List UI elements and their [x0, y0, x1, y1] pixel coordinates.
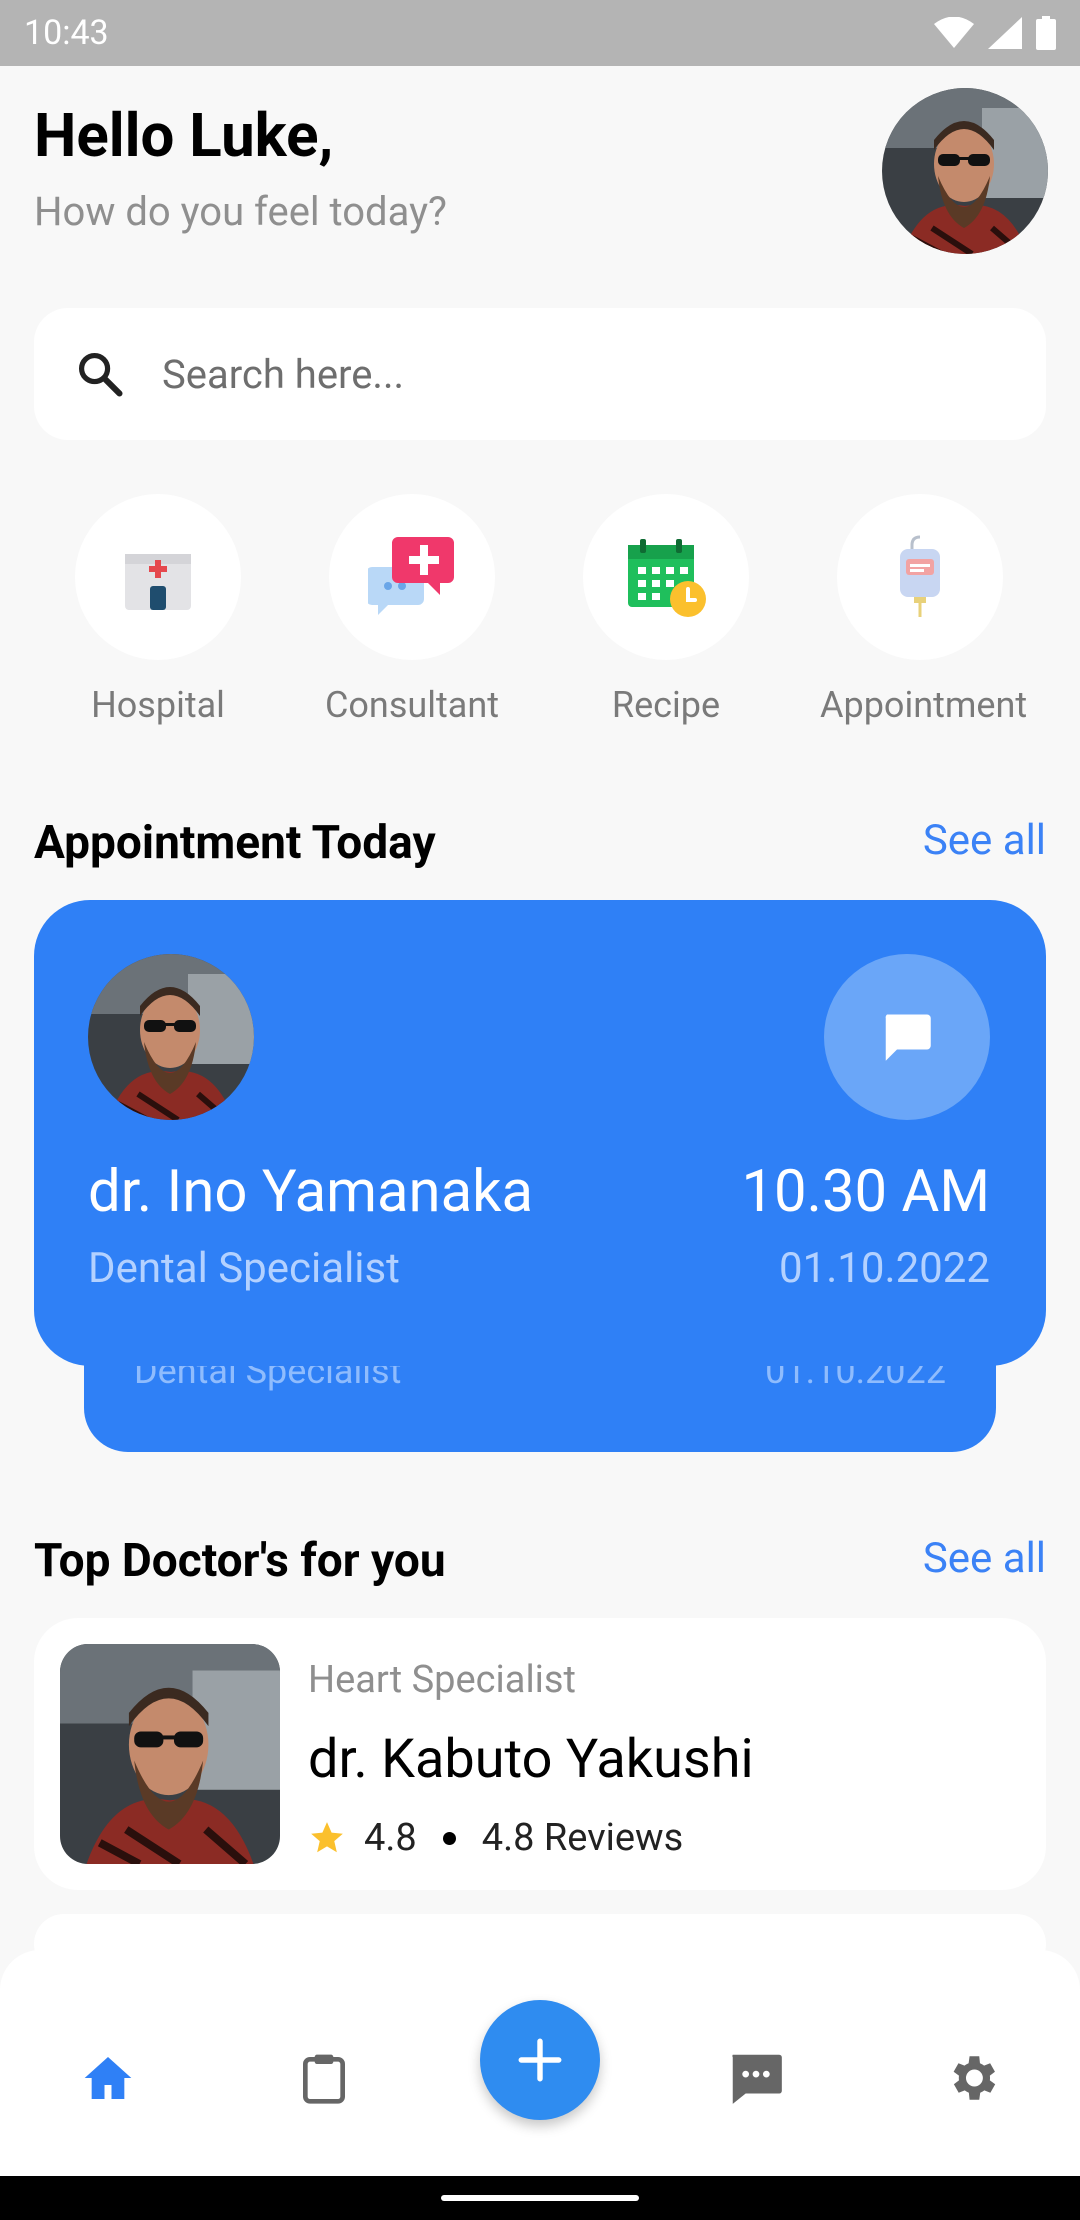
doctor-specialty: Heart Specialist — [308, 1658, 576, 1702]
user-photo-icon — [882, 88, 1048, 254]
gesture-handle[interactable] — [441, 2195, 639, 2201]
add-icon — [518, 2038, 562, 2082]
user-avatar[interactable] — [882, 88, 1048, 254]
appointment-doctor-name: dr. Ino Yamanaka — [88, 1158, 534, 1226]
status-bar: 10:43 — [0, 0, 1080, 66]
doctor-avatar — [88, 954, 254, 1120]
cell-signal-icon — [988, 17, 1022, 49]
appointment-section-title: Appointment Today — [34, 816, 436, 870]
category-consultant-circle — [329, 494, 495, 660]
nav-clipboard[interactable] — [284, 2038, 364, 2118]
doctor-name: dr. Kabuto Yakushi — [308, 1728, 754, 1791]
hospital-icon — [125, 554, 191, 610]
appointment-doctor-specialty: Dental Specialist — [88, 1244, 400, 1293]
search-input[interactable]: Search here... — [34, 308, 1046, 440]
star-icon — [311, 1822, 343, 1853]
category-label: Recipe — [611, 684, 721, 726]
category-label: Appointment — [820, 684, 1028, 726]
doctor-rating: 4.8 — [364, 1816, 417, 1860]
doctor-photo — [60, 1644, 280, 1864]
doctor-portrait-icon — [60, 1644, 280, 1864]
wifi-icon — [934, 17, 974, 48]
category-label: Consultant — [324, 684, 500, 726]
app-root: 10:43 Hello Luke, How do you feel today? — [0, 0, 1080, 2220]
appointment-card[interactable]: dr. Ino Yamanaka Dental Specialist 10.30… — [34, 900, 1046, 1366]
message-icon — [732, 2054, 782, 2104]
category-consultant[interactable]: Consultant — [312, 494, 512, 726]
chat-icon — [885, 1014, 931, 1061]
greeting-subtitle: How do you feel today? — [34, 188, 447, 235]
nav-messages[interactable] — [716, 2038, 796, 2118]
add-button[interactable] — [480, 2000, 600, 2120]
status-time: 10:43 — [24, 13, 109, 53]
battery-icon — [1036, 16, 1056, 50]
doctor-card[interactable]: Heart Specialist dr. Kabuto Yakushi 4.8 … — [34, 1618, 1046, 1890]
consultant-chat-icon — [368, 537, 454, 615]
separator-dot — [442, 1831, 456, 1845]
category-hospital-circle — [75, 494, 241, 660]
search-placeholder: Search here... — [162, 350, 405, 398]
iv-bag-icon — [900, 535, 940, 617]
clipboard-icon — [303, 2054, 345, 2104]
top-doctors-section-title: Top Doctor's for you — [34, 1534, 446, 1588]
category-appointment[interactable]: Appointment — [820, 494, 1028, 726]
greeting-title: Hello Luke, — [34, 100, 334, 171]
appointment-see-all-link[interactable]: See all — [923, 816, 1046, 865]
chat-button[interactable] — [824, 954, 990, 1120]
system-gesture-bar — [0, 2176, 1080, 2220]
status-icons — [934, 16, 1056, 50]
bottom-navigation — [0, 1950, 1080, 2176]
settings-icon — [953, 2056, 996, 2100]
top-doctors-see-all-link[interactable]: See all — [923, 1534, 1046, 1583]
calendar-clock-icon — [628, 539, 706, 617]
category-appointment-circle — [837, 494, 1003, 660]
category-recipe-circle — [583, 494, 749, 660]
nav-home[interactable] — [68, 2038, 148, 2118]
nav-settings[interactable] — [932, 2038, 1012, 2118]
category-label: Hospital — [91, 684, 225, 726]
search-icon — [78, 352, 123, 397]
category-hospital[interactable]: Hospital — [58, 494, 258, 726]
home-icon — [84, 2057, 132, 2099]
doctor-photo-icon — [88, 954, 254, 1120]
category-recipe[interactable]: Recipe — [566, 494, 766, 726]
appointment-time: 10.30 AM — [741, 1158, 990, 1226]
doctor-rating-row: 4.8 4.8 Reviews — [308, 1816, 683, 1860]
appointment-date: 01.10.2022 — [779, 1244, 990, 1293]
doctor-reviews: 4.8 Reviews — [481, 1816, 684, 1860]
